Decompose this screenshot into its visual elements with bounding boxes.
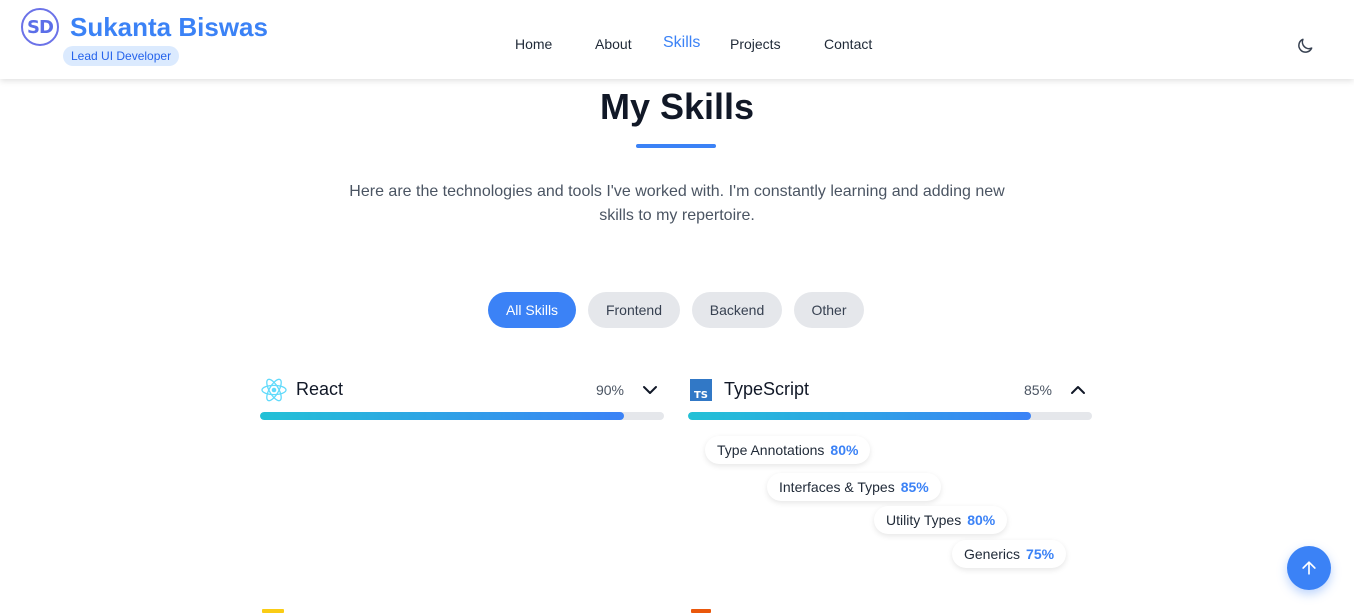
typescript-icon: TS: [690, 379, 712, 401]
nav-skills[interactable]: Skills: [663, 34, 700, 52]
skill-header[interactable]: TS TypeScript 85%: [688, 376, 1092, 404]
filter-frontend[interactable]: Frontend: [588, 292, 680, 328]
title-underline: [636, 144, 716, 148]
chevron-down-icon[interactable]: [638, 378, 662, 402]
moon-icon[interactable]: [1295, 36, 1315, 56]
filter-all-skills[interactable]: All Skills: [488, 292, 576, 328]
svg-text:TS: TS: [694, 390, 708, 401]
arrow-up-icon: [1302, 561, 1316, 575]
subskill-value: 80%: [967, 512, 996, 528]
skill-card-typescript: TS TypeScript 85%: [688, 376, 1092, 436]
subskill-chip: Type Annotations 80%: [705, 436, 871, 464]
chevron-up-icon[interactable]: [1066, 378, 1090, 402]
skill-progress-fill: [688, 412, 1032, 420]
skill-card-react: React 90%: [260, 376, 664, 436]
javascript-icon: [262, 609, 284, 613]
section-intro: Here are the technologies and tools I've…: [349, 183, 1005, 224]
skill-filters: All Skills Frontend Backend Other: [0, 292, 1354, 328]
skill-header[interactable]: React 90%: [260, 376, 664, 404]
nav-about[interactable]: About: [595, 36, 632, 52]
main-nav: Home About Skills Projects Contact: [0, 34, 1354, 56]
section-title: My Skills: [599, 86, 755, 127]
skill-progress-fill: [260, 412, 624, 420]
skill-name: TypeScript: [724, 379, 810, 399]
subskill-chip: Interfaces & Types 85%: [767, 473, 941, 501]
subskill-value: 80%: [830, 442, 859, 458]
site-header: SD Sukanta Biswas Lead UI Developer Home…: [0, 0, 1354, 79]
subskill-name: Generics: [964, 546, 1021, 562]
nav-projects[interactable]: Projects: [730, 36, 781, 52]
logo-text: SD: [27, 16, 54, 38]
filter-other[interactable]: Other: [794, 292, 864, 328]
react-icon: [261, 378, 287, 402]
subskill-name: Type Annotations: [717, 442, 825, 458]
subskill-name: Interfaces & Types: [779, 479, 895, 495]
skill-percent: 85%: [1023, 382, 1052, 398]
subskill-name: Utility Types: [886, 512, 962, 528]
subskill-value: 85%: [900, 479, 929, 495]
subskill-chip: Generics 75%: [952, 540, 1067, 568]
nav-home[interactable]: Home: [515, 36, 552, 52]
skill-percent: 90%: [595, 382, 624, 398]
filter-backend[interactable]: Backend: [692, 292, 782, 328]
subskill-chip: Utility Types 80%: [874, 506, 1008, 534]
skill-progress-track: [260, 412, 664, 420]
subskill-value: 75%: [1026, 546, 1055, 562]
scroll-top-button[interactable]: [1287, 546, 1331, 590]
skill-progress-track: [688, 412, 1092, 420]
nav-contact[interactable]: Contact: [824, 36, 872, 52]
skill-name: React: [296, 379, 344, 399]
html-icon: [691, 609, 711, 613]
